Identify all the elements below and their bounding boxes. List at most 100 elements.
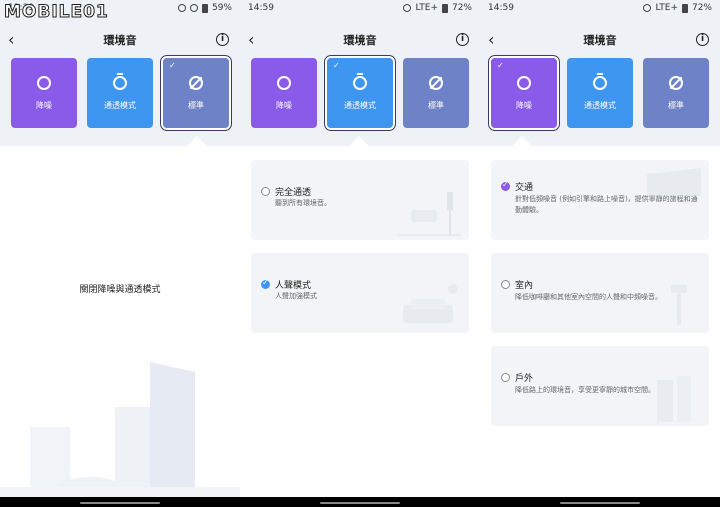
ambient-icon xyxy=(593,72,607,90)
street-illustration xyxy=(397,192,461,236)
screen-standard: MOBILE01 11:39 59% ‹ 環境音 i 降噪 通透模式 ✓ 標準 … xyxy=(0,0,240,507)
header: ‹ 環境音 i xyxy=(0,30,240,50)
ambient-icon xyxy=(113,72,127,90)
status-time: 14:59 xyxy=(248,3,274,13)
option-title: 人聲模式 xyxy=(275,281,312,291)
mode-message: 關閉降噪與通透模式 xyxy=(79,285,161,295)
wifi-icon xyxy=(189,4,198,12)
content-panel: 完全通透 聽到所有環境音。 人聲模式 人聲加強模式 xyxy=(240,136,480,507)
standard-icon xyxy=(429,75,443,90)
status-bar: 14:59 LTE+ 72% xyxy=(480,0,720,16)
tile-standard[interactable]: 標準 xyxy=(643,58,709,128)
tile-label: 降噪 xyxy=(36,100,52,110)
standard-icon xyxy=(669,75,683,90)
back-icon[interactable]: ‹ xyxy=(248,30,262,50)
battery-level: 72% xyxy=(451,3,472,13)
home-indicator[interactable] xyxy=(320,502,400,504)
network-type: LTE+ xyxy=(415,3,438,13)
watermark: MOBILE01 xyxy=(4,2,109,23)
sofa-illustration xyxy=(403,284,458,323)
radio-button[interactable] xyxy=(261,187,270,196)
status-bar: 14:59 LTE+ 72% xyxy=(240,0,480,16)
tile-anc[interactable]: 降噪 xyxy=(11,58,77,128)
tile-label: 標準 xyxy=(428,100,444,110)
status-time: 14:59 xyxy=(488,3,514,13)
mode-tiles: 降噪 通透模式 ✓ 標準 xyxy=(11,56,231,130)
check-icon: ✓ xyxy=(333,61,340,70)
back-icon[interactable]: ‹ xyxy=(8,30,22,50)
panel-notch xyxy=(187,136,207,156)
option-card-full-ambient[interactable]: 完全通透 聽到所有環境音。 xyxy=(251,160,469,240)
radio-button-checked[interactable] xyxy=(501,180,510,191)
tile-label: 標準 xyxy=(668,100,684,110)
screens: MOBILE01 11:39 59% ‹ 環境音 i 降噪 通透模式 ✓ 標準 … xyxy=(0,0,720,507)
home-indicator[interactable] xyxy=(560,502,640,504)
tile-label: 通透模式 xyxy=(584,100,616,110)
screen-ambient: 14:59 LTE+ 72% ‹ 環境音 i 降噪 ✓ 通透模式 標準 完全通透… xyxy=(240,0,480,507)
building-illustration xyxy=(657,376,691,422)
check-icon: ✓ xyxy=(497,61,504,70)
tile-anc[interactable]: ✓ 降噪 xyxy=(489,56,559,130)
option-title: 交通 xyxy=(515,183,534,193)
page-title: 環境音 xyxy=(103,34,137,47)
page-title: 環境音 xyxy=(343,34,377,47)
option-card-outdoor[interactable]: 戶外 降低路上的環境音，享受更寧靜的城市空間。 xyxy=(491,346,709,426)
battery-icon xyxy=(201,3,208,13)
panel-notch xyxy=(512,136,532,156)
ambient-icon xyxy=(353,72,367,90)
content-panel: 交通 針對低頻噪音 (例如引擎和路上噪音)，提供寧靜的旅程和通勤體驗。 室內 降… xyxy=(480,136,720,507)
tile-standard[interactable]: 標準 xyxy=(403,58,469,128)
battery-icon xyxy=(681,3,688,13)
header: ‹ 環境音 i xyxy=(240,30,480,50)
panel-notch xyxy=(349,136,369,156)
mode-tiles: ✓ 降噪 通透模式 標準 xyxy=(489,56,709,130)
train-illustration xyxy=(647,168,701,196)
standard-icon xyxy=(189,75,203,90)
info-icon[interactable]: i xyxy=(696,33,709,46)
battery-level: 72% xyxy=(691,3,712,13)
tile-anc[interactable]: 降噪 xyxy=(251,58,317,128)
check-icon: ✓ xyxy=(169,61,176,70)
mode-tiles: 降噪 ✓ 通透模式 標準 xyxy=(251,56,469,130)
screen-anc: 14:59 LTE+ 72% ‹ 環境音 i ✓ 降噪 通透模式 標準 ✓ 交通… xyxy=(480,0,720,507)
anc-icon xyxy=(37,75,51,90)
tile-ambient[interactable]: 通透模式 xyxy=(567,58,633,128)
radio-button[interactable] xyxy=(501,280,510,289)
option-title: 室內 xyxy=(515,281,534,291)
alarm-icon xyxy=(403,4,412,12)
option-card-voice[interactable]: 人聲模式 人聲加強模式 xyxy=(251,253,469,333)
radio-button-checked[interactable] xyxy=(261,278,270,289)
back-icon[interactable]: ‹ xyxy=(488,30,502,50)
tile-standard[interactable]: ✓ 標準 xyxy=(161,56,231,130)
tile-ambient[interactable]: ✓ 通透模式 xyxy=(325,56,395,130)
nav-bar xyxy=(480,497,720,507)
tile-label: 降噪 xyxy=(276,100,292,110)
page-title: 環境音 xyxy=(583,34,617,47)
nav-bar xyxy=(0,497,240,507)
battery-icon xyxy=(441,3,448,13)
tile-label: 降噪 xyxy=(516,100,532,110)
home-indicator[interactable] xyxy=(80,502,160,504)
anc-icon xyxy=(517,75,531,90)
anc-icon xyxy=(277,75,291,90)
content-panel: 關閉降噪與通透模式 xyxy=(0,136,240,507)
city-illustration xyxy=(0,337,240,507)
option-card-transport[interactable]: 交通 針對低頻噪音 (例如引擎和路上噪音)，提供寧靜的旅程和通勤體驗。 xyxy=(491,160,709,240)
battery-level: 59% xyxy=(211,3,232,13)
nav-bar xyxy=(240,497,480,507)
alarm-icon xyxy=(177,4,186,12)
tile-ambient[interactable]: 通透模式 xyxy=(87,58,153,128)
lamp-illustration xyxy=(671,285,687,325)
info-icon[interactable]: i xyxy=(456,33,469,46)
option-title: 完全通透 xyxy=(275,188,312,198)
option-title: 戶外 xyxy=(515,374,534,384)
info-icon[interactable]: i xyxy=(216,33,229,46)
header: ‹ 環境音 i xyxy=(480,30,720,50)
alarm-icon xyxy=(643,4,652,12)
tile-label: 通透模式 xyxy=(104,100,136,110)
tile-label: 標準 xyxy=(188,100,204,110)
option-card-indoor[interactable]: 室內 降低咖啡廳和其他室內空間的人聲和中頻噪音。 xyxy=(491,253,709,333)
radio-button[interactable] xyxy=(501,373,510,382)
network-type: LTE+ xyxy=(655,3,678,13)
tile-label: 通透模式 xyxy=(344,100,376,110)
